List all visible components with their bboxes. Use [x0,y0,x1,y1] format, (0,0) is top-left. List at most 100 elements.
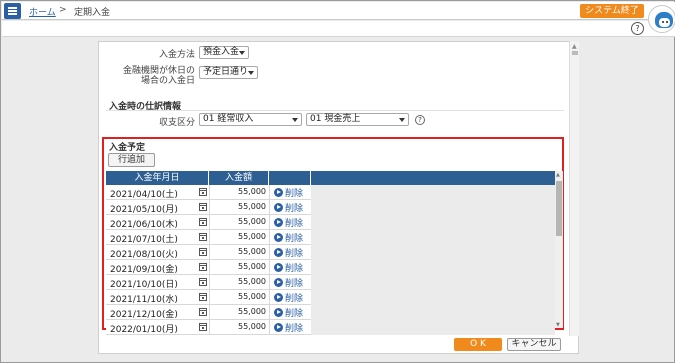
delete-label: 削除 [285,279,304,289]
holiday-label-line2: 場合の入金日 [140,76,195,86]
top-bar: ホーム > 定期入金 システム終了 [2,2,675,20]
table-row: 2022/01/10(月) 55,000 削除 [106,320,555,335]
calendar-icon[interactable] [199,278,207,286]
row-filler [311,320,555,335]
play-icon [274,203,283,212]
calendar-icon[interactable] [199,203,207,211]
calendar-icon[interactable] [199,218,207,226]
delete-row-button[interactable]: 削除 [274,321,303,334]
delete-row-button[interactable]: 削除 [274,216,303,229]
calendar-icon[interactable] [199,248,207,256]
table-row: 2021/10/10(日) 55,000 削除 [106,275,555,290]
cell-divider [269,200,270,215]
row-filler [311,230,555,245]
delete-row-button[interactable]: 削除 [274,291,303,304]
category-value-2: 01 現金売上 [310,114,361,124]
help-icon[interactable]: ? [631,22,644,35]
calendar-icon[interactable] [199,308,207,316]
hamburger-menu-icon[interactable] [4,3,21,19]
calendar-icon[interactable] [199,263,207,271]
sub-bar: ? [2,21,675,37]
panel-scrollbar[interactable]: ▲ [569,41,579,336]
play-icon [274,188,283,197]
row-amount[interactable]: 55,000 [209,292,266,301]
calendar-icon[interactable] [199,233,207,241]
delete-label: 削除 [285,189,304,199]
row-filler [311,290,555,305]
play-icon [274,293,283,302]
row-filler [311,215,555,230]
category-help-icon[interactable]: ? [415,115,425,125]
calendar-icon[interactable] [199,293,207,301]
calendar-icon[interactable] [199,323,207,331]
cell-divider [269,215,270,230]
category-select-1[interactable]: 01 経常収入 [199,113,302,126]
calendar-icon[interactable] [199,188,207,196]
system-exit-button[interactable]: システム終了 [580,4,644,18]
row-amount[interactable]: 55,000 [209,262,266,271]
row-amount[interactable]: 55,000 [209,247,266,256]
cell-divider [269,305,270,320]
row-date[interactable]: 2021/05/10(月) [110,202,178,215]
play-icon [274,278,283,287]
play-icon [274,248,283,257]
delete-row-button[interactable]: 削除 [274,246,303,259]
row-date[interactable]: 2021/12/10(金) [110,307,178,320]
cell-divider [269,275,270,290]
delete-label: 削除 [285,249,304,259]
column-header-date: 入金年月日 [106,171,209,185]
delete-row-button[interactable]: 削除 [274,276,303,289]
row-amount[interactable]: 55,000 [209,232,266,241]
delete-row-button[interactable]: 削除 [274,186,303,199]
table-row: 2021/12/10(金) 55,000 削除 [106,305,555,320]
holiday-label-line1: 金融機関が休日の [122,66,195,76]
delete-row-button[interactable]: 削除 [274,306,303,319]
ok-button[interactable]: O K [454,338,502,351]
category-label: 収支区分 [158,118,195,128]
cancel-button[interactable]: キャンセル [507,338,561,351]
row-amount[interactable]: 55,000 [209,277,266,286]
row-amount[interactable]: 55,000 [209,187,266,196]
holiday-rule-value: 予定日通り [203,67,249,77]
cell-divider [269,245,270,260]
row-date[interactable]: 2021/10/10(日) [110,277,178,290]
table-header: 入金年月日 入金額 [106,171,555,185]
add-row-button[interactable]: 行追加 [108,153,155,167]
breadcrumb-separator: > [59,5,67,15]
delete-label: 削除 [285,309,304,319]
row-date[interactable]: 2022/01/10(月) [110,322,178,335]
row-date[interactable]: 2021/07/10(土) [110,232,178,245]
row-filler [311,260,555,275]
delete-row-button[interactable]: 削除 [274,261,303,274]
delete-label: 削除 [285,204,304,214]
category-value-1: 01 経常収入 [203,114,254,124]
play-icon [274,218,283,227]
row-date[interactable]: 2021/09/10(金) [110,262,178,275]
row-date[interactable]: 2021/08/10(火) [110,247,178,260]
delete-label: 削除 [285,264,304,274]
row-date[interactable]: 2021/11/10(水) [110,292,178,305]
row-filler [311,275,555,290]
row-amount[interactable]: 55,000 [209,307,266,316]
delete-label: 削除 [285,294,304,304]
row-amount[interactable]: 55,000 [209,322,266,331]
row-amount[interactable]: 55,000 [209,202,266,211]
delete-label: 削除 [285,234,304,244]
payment-method-select[interactable]: 預金入金 [199,46,249,59]
table-row: 2021/06/10(木) 55,000 削除 [106,215,555,230]
row-filler [311,305,555,320]
category-select-2[interactable]: 01 現金売上 [306,113,409,126]
delete-row-button[interactable]: 削除 [274,231,303,244]
column-header-amount: 入金額 [209,171,269,185]
row-date[interactable]: 2021/06/10(木) [110,217,178,230]
delete-row-button[interactable]: 削除 [274,201,303,214]
table-row: 2021/11/10(水) 55,000 削除 [106,290,555,305]
table-scrollbar[interactable]: ▲ ▼ [555,171,563,328]
cell-divider [269,230,270,245]
row-date[interactable]: 2021/04/10(土) [110,187,178,200]
assistant-avatar-icon[interactable] [648,5,675,33]
holiday-rule-select[interactable]: 予定日通り [199,66,258,79]
row-amount[interactable]: 55,000 [209,217,266,226]
breadcrumb-home-link[interactable]: ホーム [29,5,56,18]
row-filler [311,245,555,260]
